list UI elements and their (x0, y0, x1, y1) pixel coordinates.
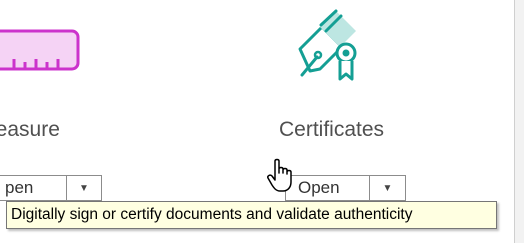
measure-open-button[interactable]: pen ▼ (0, 175, 102, 201)
tooltip: Digitally sign or certify documents and … (6, 201, 497, 229)
measure-open-main[interactable]: pen (0, 176, 67, 200)
certificates-label: Certificates (279, 118, 385, 141)
measure-label: leasure (0, 118, 60, 141)
scrollbar-track[interactable] (515, 0, 524, 243)
chevron-down-icon[interactable]: ▼ (370, 176, 405, 200)
hand-pointer-icon (266, 158, 300, 194)
pen-nib-certificate-icon[interactable] (292, 5, 364, 85)
certificates-open-button[interactable]: Open ▼ (285, 175, 406, 201)
ruler-icon[interactable] (0, 22, 90, 82)
chevron-down-icon[interactable]: ▼ (67, 176, 101, 200)
